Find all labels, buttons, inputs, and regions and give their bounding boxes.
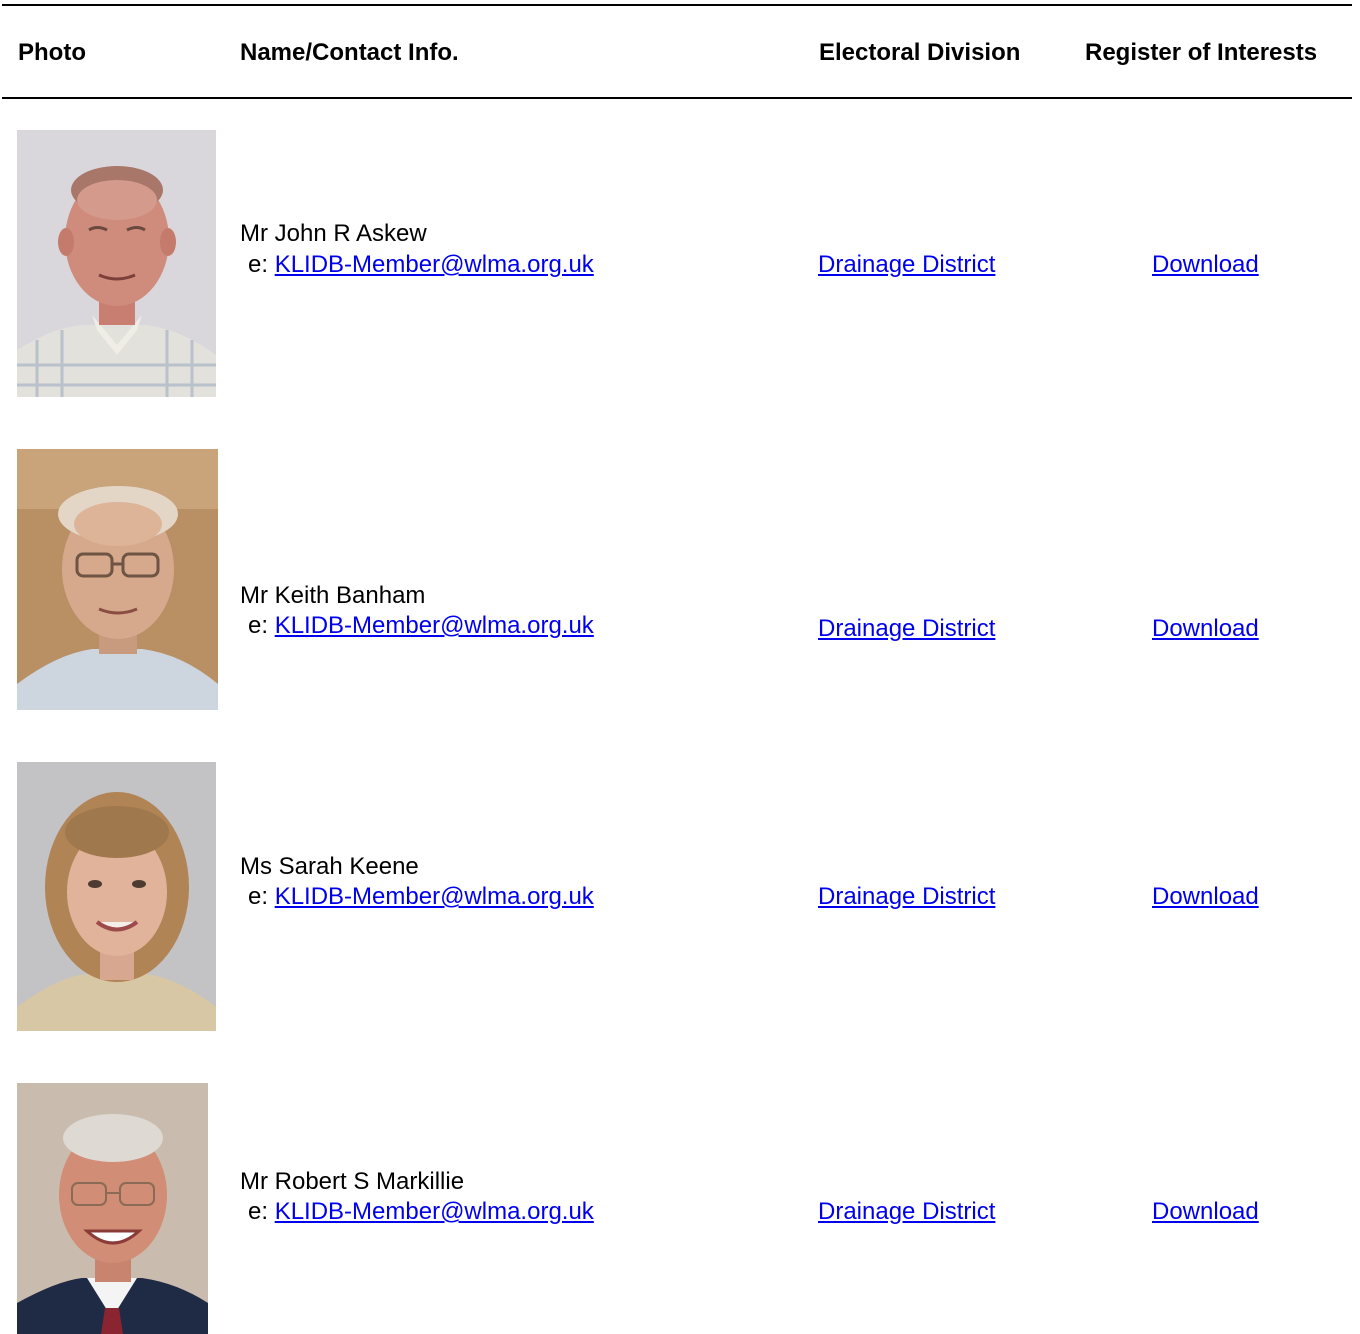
member-name: Mr Robert S Markillie — [240, 1168, 465, 1195]
email-prefix: e: — [248, 883, 269, 910]
header-electoral-division: Electoral Division — [819, 39, 1021, 66]
table-top-rule — [2, 4, 1352, 6]
member-email-link[interactable]: KLIDB-Member@wlma.org.uk — [275, 612, 594, 639]
electoral-division-link[interactable]: Drainage District — [818, 883, 995, 911]
member-name: Mr Keith Banham — [240, 582, 426, 609]
table-header-rule — [2, 97, 1352, 99]
email-prefix: e: — [248, 1198, 269, 1225]
members-page: Photo Name/Contact Info. Electoral Divis… — [0, 0, 1360, 1334]
member-name: Mr John R Askew — [240, 220, 427, 247]
header-photo: Photo — [18, 39, 86, 66]
member-email-line: e: KLIDB-Member@wlma.org.uk — [248, 1198, 594, 1226]
member-photo — [17, 449, 218, 710]
member-photo — [17, 1083, 208, 1334]
email-prefix: e: — [248, 612, 269, 639]
header-register-of-interests: Register of Interests — [1085, 39, 1318, 66]
register-download-link[interactable]: Download — [1152, 615, 1259, 643]
electoral-division-link[interactable]: Drainage District — [818, 1198, 995, 1226]
member-photo — [17, 130, 216, 397]
member-photo — [17, 762, 216, 1031]
electoral-division-link[interactable]: Drainage District — [818, 615, 995, 643]
member-email-line: e: KLIDB-Member@wlma.org.uk — [248, 251, 594, 279]
register-download-link[interactable]: Download — [1152, 251, 1259, 279]
member-email-link[interactable]: KLIDB-Member@wlma.org.uk — [275, 883, 594, 910]
member-email-link[interactable]: KLIDB-Member@wlma.org.uk — [275, 1198, 594, 1225]
member-email-line: e: KLIDB-Member@wlma.org.uk — [248, 612, 594, 640]
email-prefix: e: — [248, 251, 269, 278]
member-name: Ms Sarah Keene — [240, 853, 419, 880]
member-email-link[interactable]: KLIDB-Member@wlma.org.uk — [275, 251, 594, 278]
header-name-contact: Name/Contact Info. — [240, 39, 459, 66]
register-download-link[interactable]: Download — [1152, 883, 1259, 911]
member-email-line: e: KLIDB-Member@wlma.org.uk — [248, 883, 594, 911]
electoral-division-link[interactable]: Drainage District — [818, 251, 995, 279]
register-download-link[interactable]: Download — [1152, 1198, 1259, 1226]
